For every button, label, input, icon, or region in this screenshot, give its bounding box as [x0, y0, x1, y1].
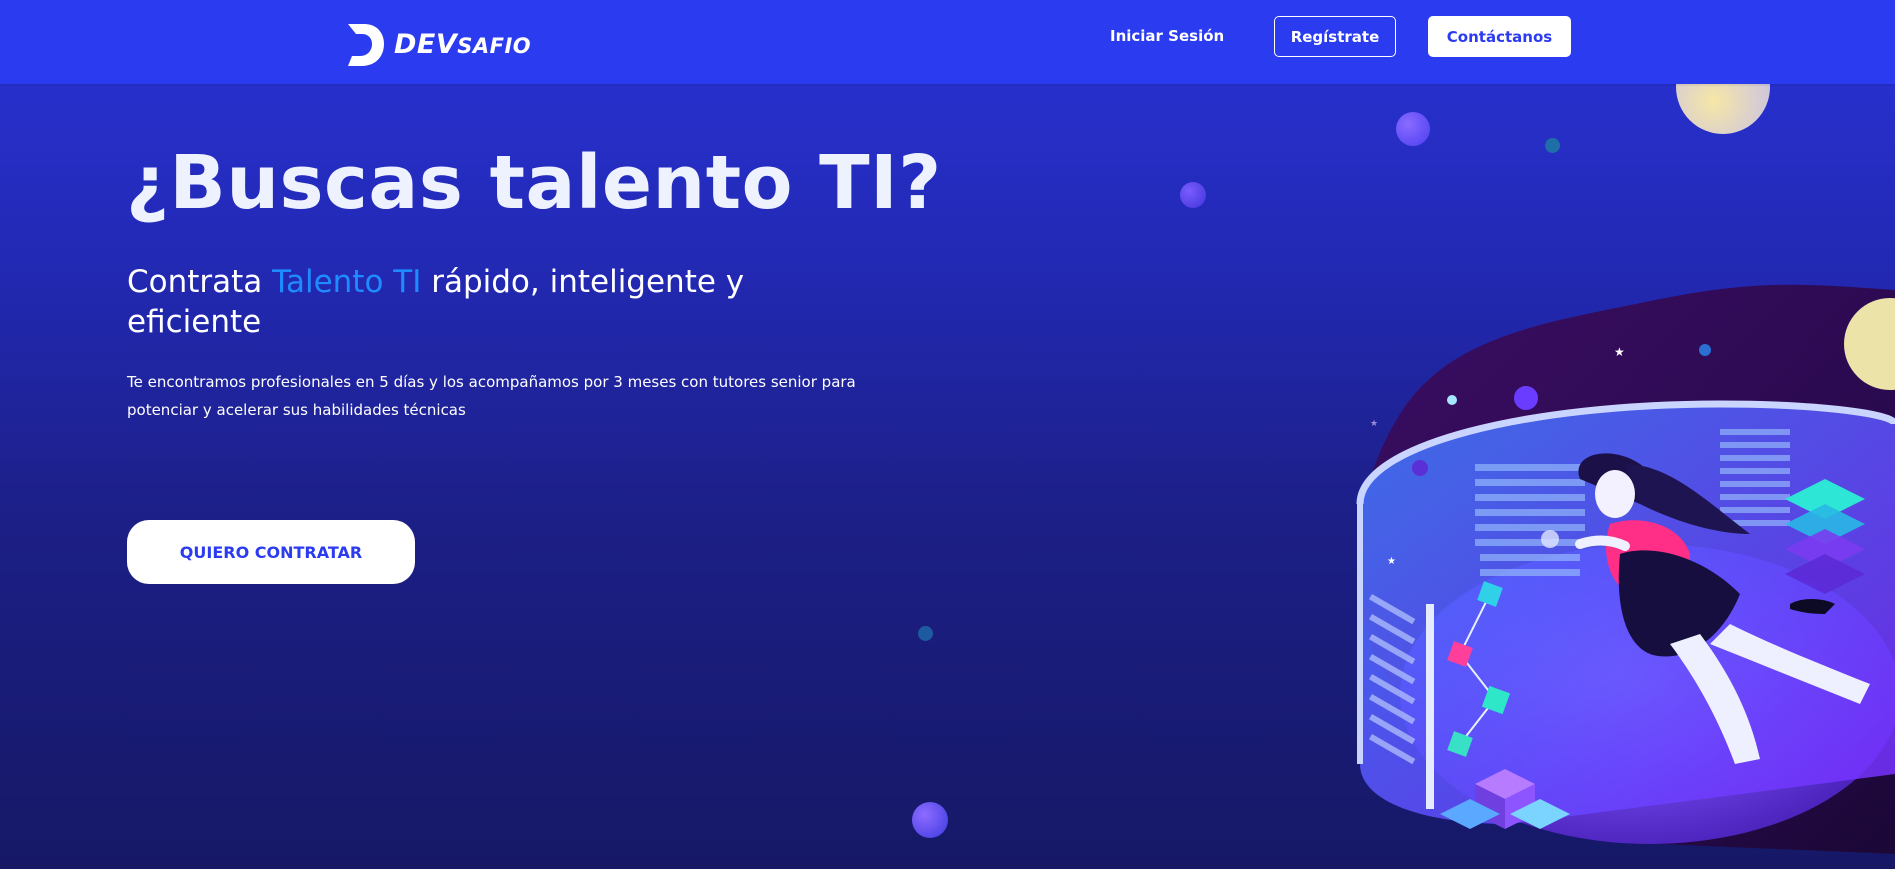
hero-subtitle-accent: Talento TI — [272, 264, 422, 300]
decorative-orb — [1180, 182, 1206, 208]
hero-title: ¿Buscas talento TI? — [126, 140, 942, 226]
hero-subtitle: Contrata Talento TI rápido, inteligente … — [127, 264, 745, 340]
svg-text:★: ★ — [1370, 419, 1378, 429]
devsafio-logo-icon — [348, 24, 384, 66]
login-link[interactable]: Iniciar Sesión — [1110, 24, 1224, 48]
hero-description: Te encontramos profesionales en 5 días y… — [127, 373, 856, 419]
hero-illustration: ★ ★ ★ — [1356, 284, 1895, 854]
decorative-orb — [912, 802, 948, 838]
hire-cta-button[interactable]: QUIERO CONTRATAR — [127, 520, 415, 584]
brand-logo[interactable]: DEVSAFIO — [342, 18, 531, 70]
brand-name: DEVSAFIO — [394, 28, 532, 60]
svg-text:★: ★ — [1387, 556, 1396, 567]
svg-text:★: ★ — [1614, 345, 1625, 359]
contact-button[interactable]: Contáctanos — [1428, 16, 1571, 57]
register-button[interactable]: Regístrate — [1274, 16, 1396, 57]
decorative-orb — [918, 626, 933, 641]
top-navigation-bar: DEVSAFIO Iniciar Sesión Regístrate Contá… — [0, 0, 1895, 84]
